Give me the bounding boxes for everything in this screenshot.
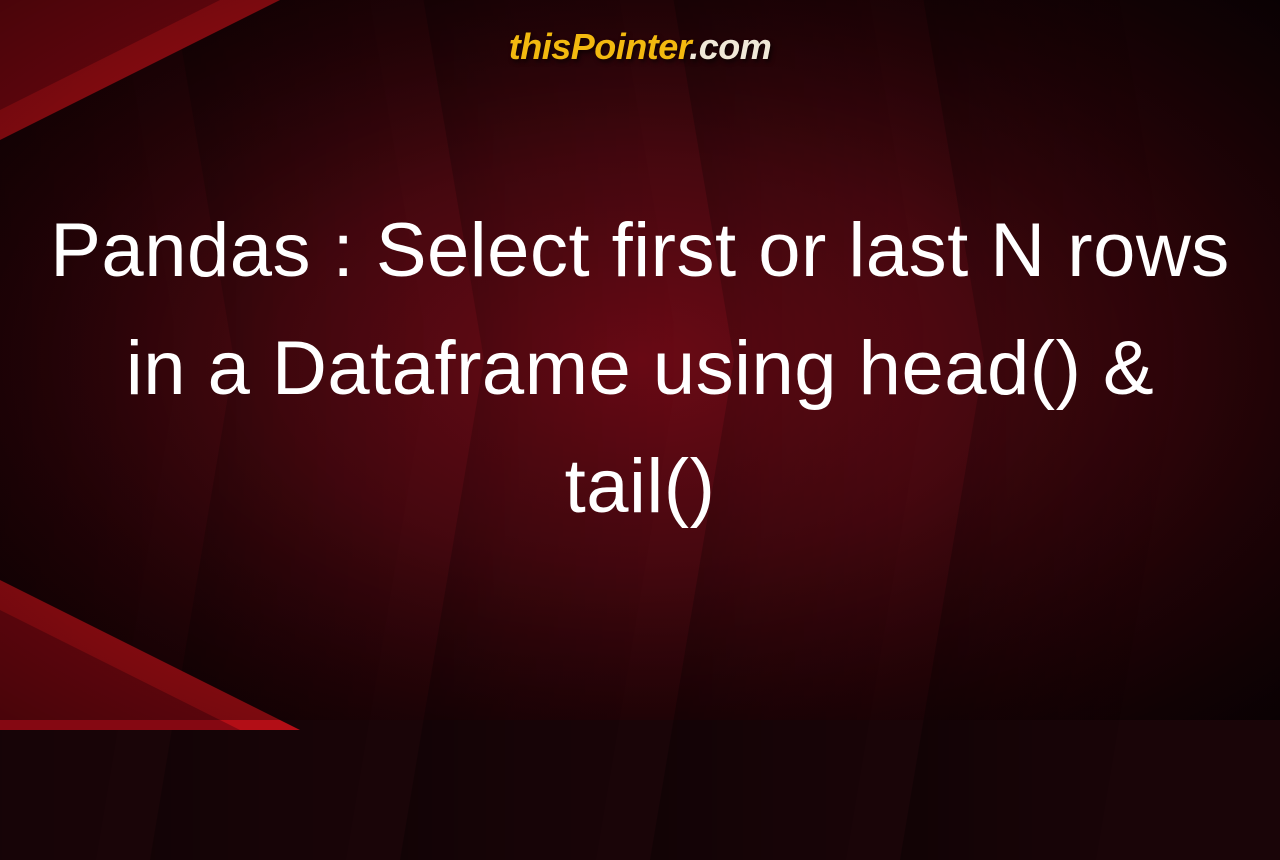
title-wrap: Pandas : Select first or last N rows in … bbox=[0, 68, 1280, 720]
content-layer: thisPointer.com Pandas : Select first or… bbox=[0, 0, 1280, 720]
brand-logo: thisPointer.com bbox=[509, 26, 772, 68]
page-title: Pandas : Select first or last N rows in … bbox=[40, 192, 1240, 545]
brand-part1: thisPointer bbox=[509, 26, 690, 67]
brand-part2: .com bbox=[689, 26, 771, 67]
